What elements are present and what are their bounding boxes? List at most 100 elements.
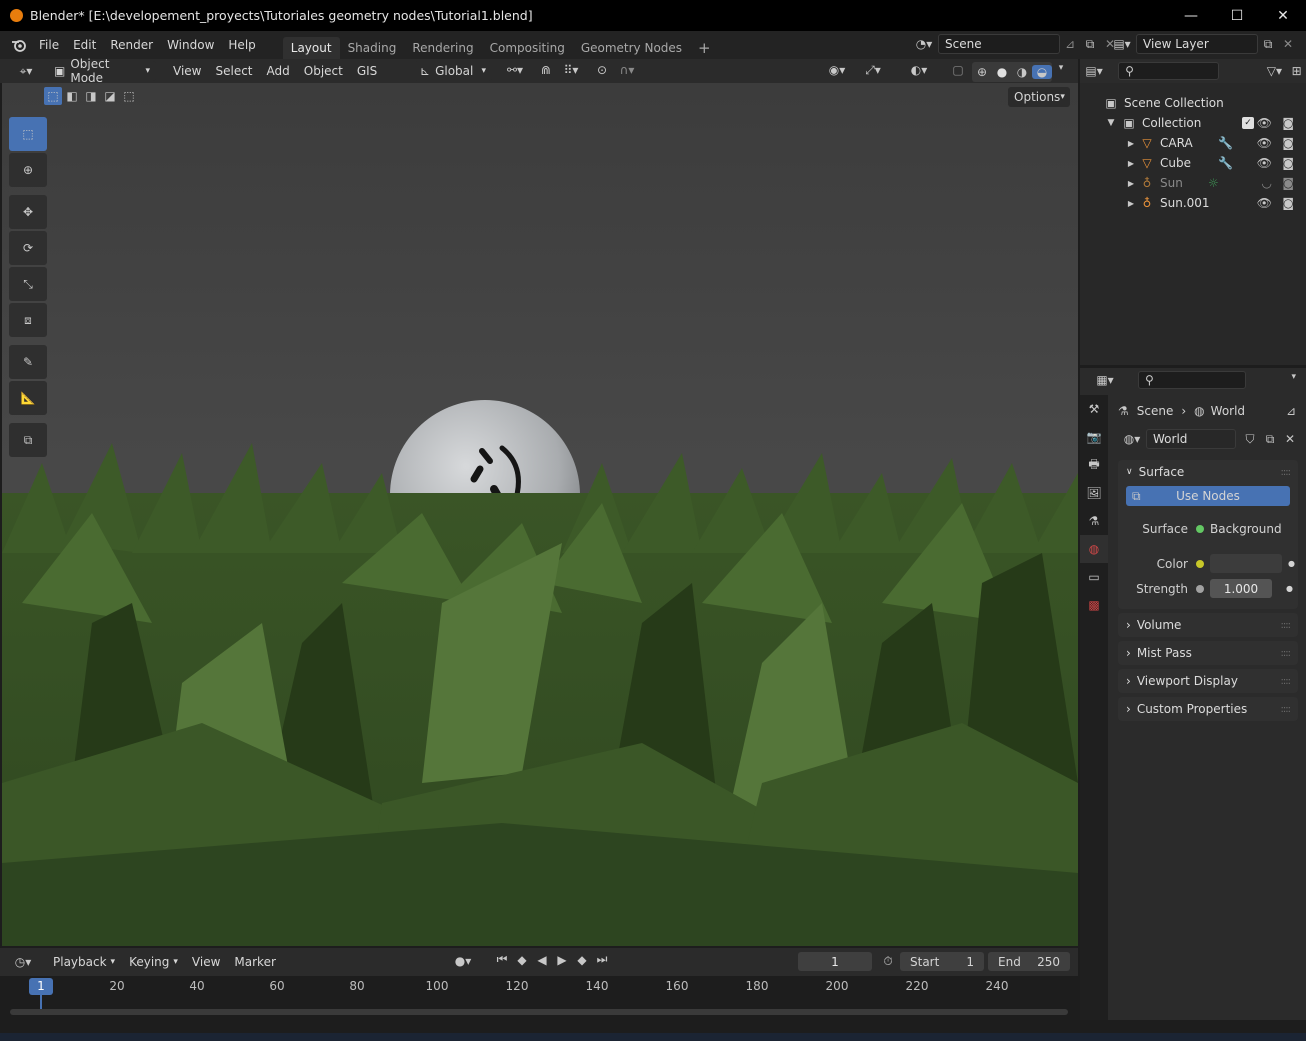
select-intersect-icon[interactable]: ⬚: [120, 87, 138, 105]
blender-menu-icon[interactable]: [10, 38, 28, 52]
tab-scene[interactable]: ⚗: [1080, 507, 1108, 535]
timeline-scrollbar[interactable]: [10, 1009, 1068, 1015]
menu-render[interactable]: Render: [103, 35, 160, 55]
surface-value[interactable]: Background: [1210, 522, 1282, 536]
select-box-tool[interactable]: ⬚: [9, 117, 47, 151]
current-frame-field[interactable]: 1: [798, 952, 872, 971]
drag-grip-icon[interactable]: ::::: [1281, 620, 1292, 631]
timeline-menu-view[interactable]: View: [185, 952, 227, 972]
eye-icon[interactable]: 👁: [1257, 136, 1272, 150]
snap-target-icon[interactable]: ⠿▾: [556, 63, 586, 77]
camera-icon[interactable]: ◙: [1282, 136, 1294, 150]
tab-rendering[interactable]: Rendering: [404, 37, 481, 59]
viewport-menu-add[interactable]: Add: [260, 61, 297, 81]
measure-tool[interactable]: 📐: [9, 381, 47, 415]
keyframe-dot-icon[interactable]: ●: [1288, 559, 1295, 568]
rendered-shading-icon[interactable]: ◒: [1032, 65, 1052, 79]
tab-output[interactable]: 🖶: [1080, 451, 1108, 479]
outliner-item-sun001[interactable]: ▶ ♁ Sun.001 👁 ◙: [1080, 193, 1306, 213]
camera-icon[interactable]: ◙: [1282, 116, 1294, 130]
snap-icon[interactable]: ⋒: [536, 63, 556, 77]
drag-grip-icon[interactable]: ::::: [1281, 704, 1292, 715]
outliner-item-cara[interactable]: ▶ ▽ CARA 🔧 👁 ◙: [1080, 133, 1306, 153]
wrench-icon[interactable]: 🔧: [1218, 156, 1233, 170]
falloff-icon[interactable]: ∩▾: [614, 63, 640, 77]
fake-user-icon[interactable]: ⛉: [1240, 432, 1260, 447]
outliner-item-cube[interactable]: ▶ ▽ Cube 🔧 👁 ◙: [1080, 153, 1306, 173]
tab-world[interactable]: ◍: [1080, 535, 1108, 563]
menu-file[interactable]: File: [32, 35, 66, 55]
viewport-menu-object[interactable]: Object: [297, 61, 350, 81]
play-reverse-icon[interactable]: ◀: [532, 953, 552, 967]
close-button[interactable]: ✕: [1260, 0, 1306, 31]
viewport-menu-select[interactable]: Select: [208, 61, 259, 81]
jump-keyframe-forward-icon[interactable]: ◆: [572, 953, 592, 967]
keyframe-dot-icon[interactable]: ●: [1286, 584, 1293, 593]
maximize-button[interactable]: ☐: [1214, 0, 1260, 31]
jump-end-icon[interactable]: ⏭: [592, 952, 612, 967]
outliner-search-input[interactable]: ⚲: [1118, 62, 1220, 80]
wrench-icon[interactable]: 🔧: [1218, 136, 1233, 150]
new-scene-icon[interactable]: ⧉: [1080, 37, 1100, 52]
timeline-menu-marker[interactable]: Marker: [227, 952, 282, 972]
scene-selector-icon[interactable]: ◔▾: [910, 37, 938, 51]
scene-name-field[interactable]: Scene: [938, 34, 1060, 54]
jump-start-icon[interactable]: ⏮: [492, 952, 512, 967]
eye-icon[interactable]: 👁: [1257, 116, 1272, 130]
play-icon[interactable]: ▶: [552, 953, 572, 967]
timeline-menu-keying[interactable]: Keying ▾: [122, 952, 185, 972]
overlays-icon[interactable]: ◐▾: [904, 63, 934, 77]
tab-shading[interactable]: Shading: [340, 37, 405, 59]
options-dropdown[interactable]: Options ▾: [1008, 87, 1070, 107]
tab-layout[interactable]: Layout: [282, 37, 340, 59]
tab-render[interactable]: 📷: [1080, 423, 1108, 451]
cursor-tool[interactable]: ⊕: [9, 153, 47, 187]
tab-geometry-nodes[interactable]: Geometry Nodes: [573, 37, 690, 59]
timeline-editor-type-icon[interactable]: ◷▾: [8, 955, 38, 969]
proportional-edit-icon[interactable]: ⊙: [592, 63, 612, 77]
transform-tool[interactable]: ⧈: [9, 303, 47, 337]
pin-icon[interactable]: ⊿: [1286, 404, 1296, 418]
object-mode-dropdown[interactable]: ▣ Object Mode ▾: [48, 57, 156, 85]
surface-panel-header[interactable]: ∨ Surface ::::: [1118, 460, 1298, 484]
outliner-scene-collection[interactable]: ▣ Scene Collection: [1080, 93, 1306, 113]
tab-compositing[interactable]: Compositing: [482, 37, 573, 59]
eye-closed-icon[interactable]: ◡: [1262, 176, 1272, 190]
properties-options-icon[interactable]: ▾: [1291, 372, 1296, 382]
view-layer-icon[interactable]: ▤▾: [1108, 37, 1136, 51]
properties-search-input[interactable]: ⚲: [1138, 371, 1246, 389]
delete-view-layer-icon[interactable]: ✕: [1278, 37, 1298, 51]
filter-icon[interactable]: ▽▾: [1261, 64, 1287, 78]
xray-icon[interactable]: ▢: [948, 63, 968, 77]
timeline-menu-playback[interactable]: Playback ▾: [46, 952, 122, 972]
pivot-point-icon[interactable]: ⚯▾: [500, 63, 530, 77]
expand-arrow-icon[interactable]: ▶: [1126, 159, 1136, 168]
world-name-field[interactable]: World: [1146, 429, 1236, 449]
solid-shading-icon[interactable]: ●: [992, 65, 1012, 79]
viewport-display-panel[interactable]: › Viewport Display::::: [1118, 669, 1298, 693]
eye-icon[interactable]: 👁: [1257, 196, 1272, 210]
eye-icon[interactable]: 👁: [1257, 156, 1272, 170]
expand-arrow-icon[interactable]: ▶: [1126, 139, 1136, 148]
editor-type-icon[interactable]: ⌖▾: [12, 64, 40, 79]
minimize-button[interactable]: —: [1168, 0, 1214, 31]
end-frame-field[interactable]: End 250: [988, 952, 1070, 971]
add-workspace-button[interactable]: +: [690, 37, 719, 59]
expand-arrow-icon[interactable]: ▼: [1106, 118, 1116, 128]
tab-view-layer[interactable]: 🖼: [1080, 479, 1108, 507]
collection-checkbox[interactable]: ✓: [1242, 117, 1254, 129]
pin-icon[interactable]: ⊿: [1060, 37, 1080, 51]
world-browse-icon[interactable]: ◍▾: [1118, 432, 1146, 446]
scale-tool[interactable]: ⤡: [9, 267, 47, 301]
visibility-icon[interactable]: ◉▾: [822, 63, 852, 77]
expand-arrow-icon[interactable]: ▶: [1126, 179, 1136, 188]
rotate-tool[interactable]: ⟳: [9, 231, 47, 265]
outliner-collection[interactable]: ▼ ▣ Collection ✓ 👁 ◙: [1080, 113, 1306, 133]
menu-window[interactable]: Window: [160, 35, 221, 55]
gizmo-icon[interactable]: ⤢▾: [858, 63, 888, 78]
stopwatch-icon[interactable]: ⏱: [878, 954, 898, 969]
start-frame-field[interactable]: Start 1: [900, 952, 984, 971]
add-cube-tool[interactable]: ⧉: [9, 423, 47, 457]
viewport-menu-view[interactable]: View: [166, 61, 208, 81]
unlink-world-icon[interactable]: ✕: [1280, 432, 1300, 446]
